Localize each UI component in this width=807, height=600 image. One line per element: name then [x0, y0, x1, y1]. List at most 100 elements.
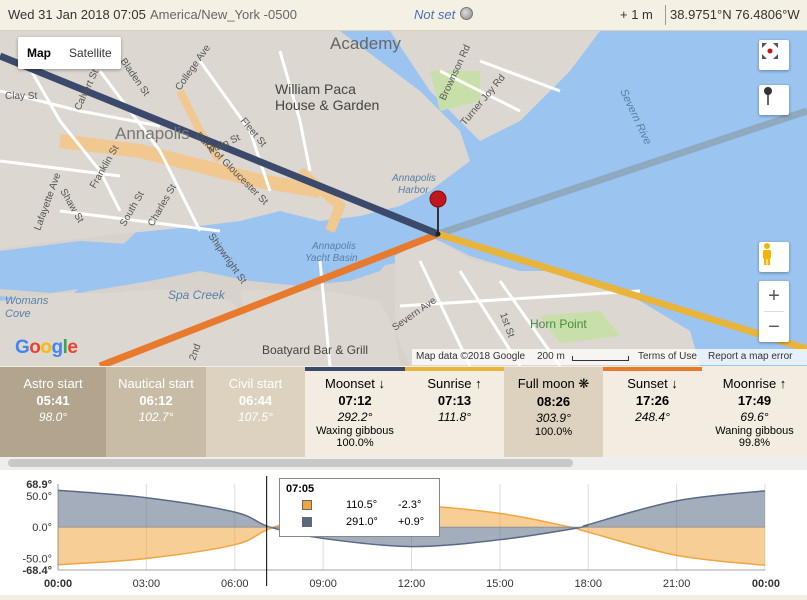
x-tick-label: 21:00 — [663, 578, 691, 590]
pin-icon — [764, 87, 772, 105]
map-label-womans1: Womans — [5, 295, 49, 307]
x-tick-label: 06:00 — [221, 578, 249, 590]
report-error-link[interactable]: Report a map error — [708, 351, 792, 362]
y-tick-label: 68.9° — [26, 479, 52, 491]
map-label-clay: Clay St — [5, 91, 37, 102]
x-tick-label: 00:00 — [752, 578, 780, 590]
event-name: Moonrise ↑ — [722, 376, 787, 391]
map-label-harbor2: Harbor — [398, 185, 429, 196]
map-label-womans2: Cove — [5, 308, 31, 320]
notset-link[interactable]: Not set — [414, 7, 455, 22]
map-scale-label: 200 m — [537, 351, 565, 362]
zoom-control: + − — [759, 281, 789, 342]
x-tick-label: 00:00 — [44, 578, 72, 590]
event-color-bar — [305, 367, 405, 371]
event-angle: 111.8° — [437, 410, 472, 424]
event-time: 07:12 — [338, 393, 372, 408]
event-name: Full moon ❋ — [517, 376, 590, 391]
event-time: 08:26 — [536, 394, 571, 409]
pin-button[interactable] — [759, 85, 789, 115]
event-cell[interactable]: Civil start 06:44 107.5° — [206, 367, 305, 457]
event-time: 07:13 — [437, 393, 472, 408]
y-tick-label: -68.4° — [23, 565, 52, 577]
x-tick-label: 15:00 — [486, 578, 514, 590]
event-angle: 102.7° — [138, 410, 174, 424]
timezone-display[interactable]: America/New_York -0500 — [150, 7, 297, 22]
chart-tooltip: 07:05 110.5° -2.3° 291.0° +0.9° — [279, 478, 440, 537]
elevation-display[interactable]: + 1 m — [620, 7, 653, 22]
event-angle: 292.2° — [337, 410, 373, 424]
event-cell[interactable]: Astro start 05:41 98.0° — [0, 367, 106, 457]
event-name: Sunrise ↑ — [427, 376, 482, 391]
event-phase: Waxing gibbous — [316, 425, 394, 437]
coordinates-display[interactable]: 38.9751°N 76.4806°W — [670, 7, 800, 22]
event-cell[interactable]: Moonset ↓ 07:12 292.2° Waxing gibbous 100.0% — [305, 367, 405, 457]
map-scale-bar — [572, 356, 629, 361]
tooltip-moon-altitude: +0.9° — [398, 516, 425, 528]
event-percent: 100.0% — [534, 426, 573, 438]
datetime-display[interactable]: Wed 31 Jan 2018 07:05 — [8, 7, 146, 22]
event-name: Nautical start — [118, 376, 194, 391]
map-type-map[interactable]: Map — [18, 37, 60, 69]
x-tick-label: 09:00 — [309, 578, 337, 590]
event-cell[interactable]: Nautical start 06:12 102.7° — [106, 367, 206, 457]
map-label-annapolis: Annapolis — [115, 124, 190, 143]
y-tick-label: 50.0° — [26, 491, 52, 503]
zoom-in-button[interactable]: + — [759, 281, 789, 311]
map-label-house: House & Garden — [275, 97, 379, 113]
sun-swatch — [302, 500, 312, 510]
map-label-harbor1: Annapolis — [391, 173, 436, 184]
event-cell[interactable]: Full moon ❋ 08:26 303.9° 100.0% — [504, 367, 603, 457]
status-circle-icon[interactable] — [460, 7, 473, 20]
map-label-boatyard: Boatyard Bar & Grill — [262, 343, 368, 357]
map-type-satellite[interactable]: Satellite — [60, 37, 121, 69]
terms-link[interactable]: Terms of Use — [638, 351, 697, 362]
tooltip-sun-altitude: -2.3° — [398, 499, 422, 511]
moon-swatch — [302, 517, 312, 527]
event-color-bar — [603, 367, 702, 371]
event-name: Astro start — [23, 376, 83, 391]
zoom-out-button[interactable]: − — [759, 312, 789, 342]
map-type-toggle: Map Satellite — [18, 37, 121, 69]
street-view-button[interactable] — [759, 242, 789, 272]
map-data-text: Map data ©2018 Google — [416, 351, 526, 362]
event-angle: 98.0° — [38, 410, 68, 424]
events-row: Astro start 05:41 98.0° Nautical start 06:12… — [0, 367, 807, 457]
event-percent: 99.8% — [738, 437, 771, 449]
separator — [665, 5, 666, 25]
map-attribution: Map data ©2018 Google 200 m Terms of Use… — [412, 349, 807, 365]
fullscreen-button[interactable] — [759, 40, 789, 70]
pegman-icon — [763, 243, 771, 265]
event-name: Civil start — [228, 376, 283, 391]
map-label-horn: Horn Point — [530, 317, 587, 331]
event-color-bar — [405, 367, 504, 371]
map-label-academy: Academy — [330, 34, 401, 53]
event-time: 17:49 — [737, 393, 772, 408]
event-angle: 107.5° — [238, 410, 273, 424]
event-name: Sunset ↓ — [627, 376, 678, 391]
google-logo[interactable]: Google — [15, 337, 78, 359]
tooltip-moon-azimuth: 291.0° — [346, 516, 378, 528]
event-angle: 303.9° — [536, 411, 571, 425]
tooltip-time: 07:05 — [286, 483, 315, 495]
event-cell[interactable]: Sunrise ↑ 07:13 111.8° — [405, 367, 504, 457]
map-view[interactable]: Academy William Paca House & Garden Anna… — [0, 31, 807, 366]
event-name: Moonset ↓ — [325, 376, 385, 391]
event-time: 06:12 — [139, 393, 173, 408]
x-tick-label: 18:00 — [574, 578, 602, 590]
event-time: 05:41 — [36, 393, 70, 408]
tooltip-sun-azimuth: 110.5° — [346, 499, 378, 511]
event-time: 17:26 — [635, 393, 670, 408]
event-cell[interactable]: Sunset ↓ 17:26 248.4° — [603, 367, 702, 457]
event-cell[interactable]: Moonrise ↑ 17:49 69.6° Waning gibbous 99.8% — [702, 367, 807, 457]
y-tick-label: 0.0° — [32, 522, 52, 534]
event-angle: 248.4° — [635, 410, 670, 424]
map-canvas: Academy William Paca House & Garden Anna… — [0, 31, 807, 366]
event-percent: 100.0% — [336, 437, 374, 449]
event-phase: Waning gibbous — [715, 425, 794, 437]
y-tick-label: -50.0° — [23, 553, 52, 565]
x-tick-label: 03:00 — [133, 578, 161, 590]
map-label-william: William Paca — [275, 81, 356, 97]
horizontal-scrollbar[interactable] — [8, 459, 573, 467]
map-label-yacht2: Yacht Basin — [305, 253, 358, 264]
